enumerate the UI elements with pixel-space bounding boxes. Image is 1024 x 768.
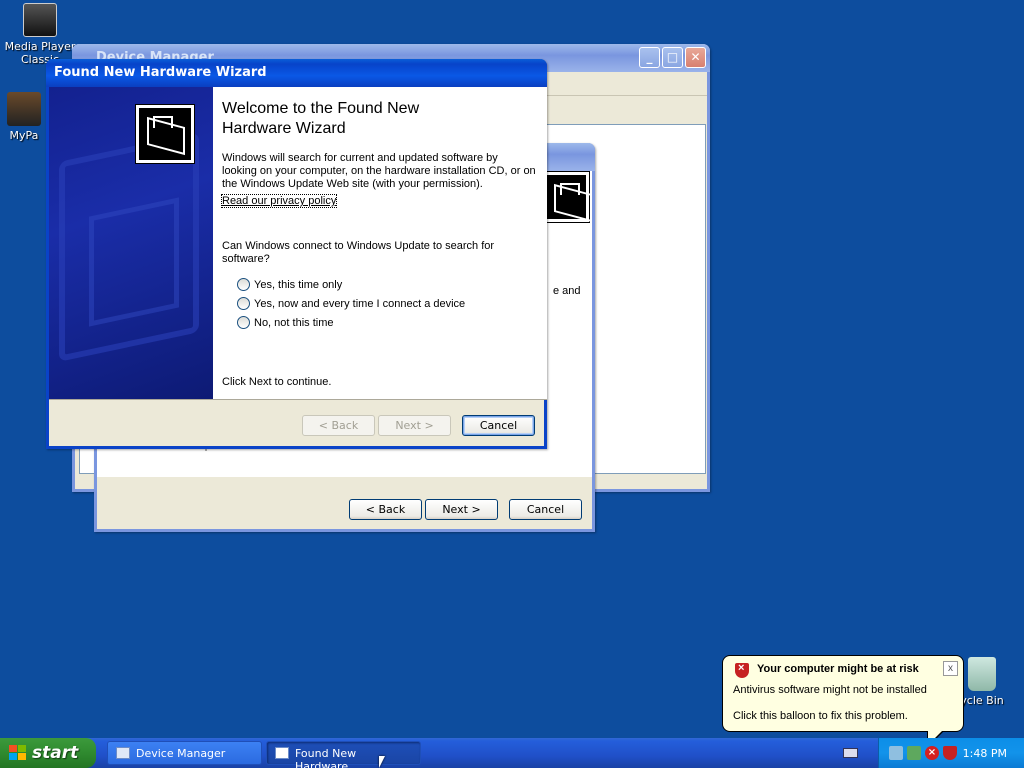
security-balloon[interactable]: Your computer might be at risk x Antivir… [722, 655, 964, 748]
radio-option-this-time[interactable]: Yes, this time only [237, 278, 342, 291]
recycle-bin-icon [968, 657, 996, 691]
safely-remove-hardware-icon[interactable] [907, 746, 921, 760]
cancel-button[interactable]: Cancel [462, 415, 535, 436]
intro-line: the Windows Update Web site (with your p… [222, 178, 483, 190]
media-player-icon [23, 3, 57, 37]
radio-label: No, not this time [254, 316, 334, 329]
radio-button[interactable] [237, 278, 250, 291]
next-button[interactable]: Next > [378, 415, 451, 436]
alert-icon[interactable]: × [925, 746, 939, 760]
wizard-sidebar [49, 87, 213, 399]
close-button[interactable]: ✕ [685, 47, 706, 68]
wizard-intro: Windows will search for current and upda… [222, 152, 538, 191]
hardware-icon [135, 104, 195, 164]
cancel-button[interactable]: Cancel [509, 499, 582, 520]
radio-option-not-this-time[interactable]: No, not this time [237, 316, 333, 329]
wizard-heading: Welcome to the Found New Hardware Wizard [222, 99, 419, 139]
network-icon[interactable] [889, 746, 903, 760]
taskbar-item-device-manager[interactable]: Device Manager [107, 741, 262, 765]
radio-label: Yes, this time only [254, 278, 343, 291]
window-title: Found New Hardware Wizard [54, 65, 267, 80]
continue-text: Click Next to continue. [222, 376, 332, 388]
taskbar-item-label: Device Manager [136, 747, 226, 760]
desktop: { "desktop": { "icons": [ {"label": "Med… [0, 0, 1024, 768]
radio-button[interactable] [237, 316, 250, 329]
maximize-button[interactable]: □ [662, 47, 683, 68]
question-line: software? [222, 253, 270, 265]
start-button[interactable]: start [0, 738, 96, 768]
mouse-cursor-icon [379, 756, 385, 768]
taskbar: start Device Manager Found New Hardware.… [0, 738, 1024, 768]
mypaint-icon [7, 92, 41, 126]
intro-line: Windows will search for current and upda… [222, 152, 498, 164]
wizard-heading-line2: Hardware Wizard [222, 120, 346, 137]
computer-icon [116, 747, 130, 759]
system-tray: × 1:48 PM [878, 738, 1024, 768]
back-button[interactable]: < Back [349, 499, 422, 520]
balloon-title: Your computer might be at risk [757, 663, 919, 675]
security-center-icon[interactable] [943, 746, 957, 760]
wizard-heading-line1: Welcome to the Found New [222, 100, 420, 117]
wizard-titlebar[interactable]: Found New Hardware Wizard [46, 59, 547, 87]
taskbar-item-found-new-hardware[interactable]: Found New Hardware... [266, 741, 421, 768]
balloon-close-icon[interactable]: x [943, 661, 958, 676]
radio-option-every-time[interactable]: Yes, now and every time I connect a devi… [237, 297, 465, 310]
security-shield-icon [735, 662, 749, 678]
radio-button[interactable] [237, 297, 250, 310]
taskbar-item-label: Found New Hardware... [295, 747, 359, 768]
partial-text: e and [553, 285, 581, 297]
minimize-button[interactable]: _ [639, 47, 660, 68]
window-icon [275, 747, 289, 759]
hardware-icon [542, 171, 590, 223]
balloon-line2: Click this balloon to fix this problem. [733, 710, 908, 722]
desktop-icon-media-player[interactable]: Media Player Classic [2, 3, 78, 66]
balloon-line1: Antivirus software might not be installe… [733, 684, 927, 696]
privacy-policy-link[interactable]: Read our privacy policy [220, 194, 338, 208]
back-button[interactable]: < Back [302, 415, 375, 436]
start-label: start [32, 743, 79, 763]
keyboard-icon[interactable] [843, 748, 858, 758]
clock[interactable]: 1:48 PM [963, 747, 1007, 760]
wizard-content: Welcome to the Found New Hardware Wizard… [213, 87, 547, 399]
question-line: Can Windows connect to Windows Update to… [222, 240, 495, 252]
found-new-hardware-wizard[interactable]: Found New Hardware Wizard Welcome to the… [46, 59, 547, 449]
next-button[interactable]: Next > [425, 499, 498, 520]
windows-flag-icon [9, 745, 27, 761]
intro-line: looking on your computer, on the hardwar… [222, 165, 536, 177]
wizard-question: Can Windows connect to Windows Update to… [222, 240, 538, 266]
radio-label: Yes, now and every time I connect a devi… [254, 297, 466, 310]
